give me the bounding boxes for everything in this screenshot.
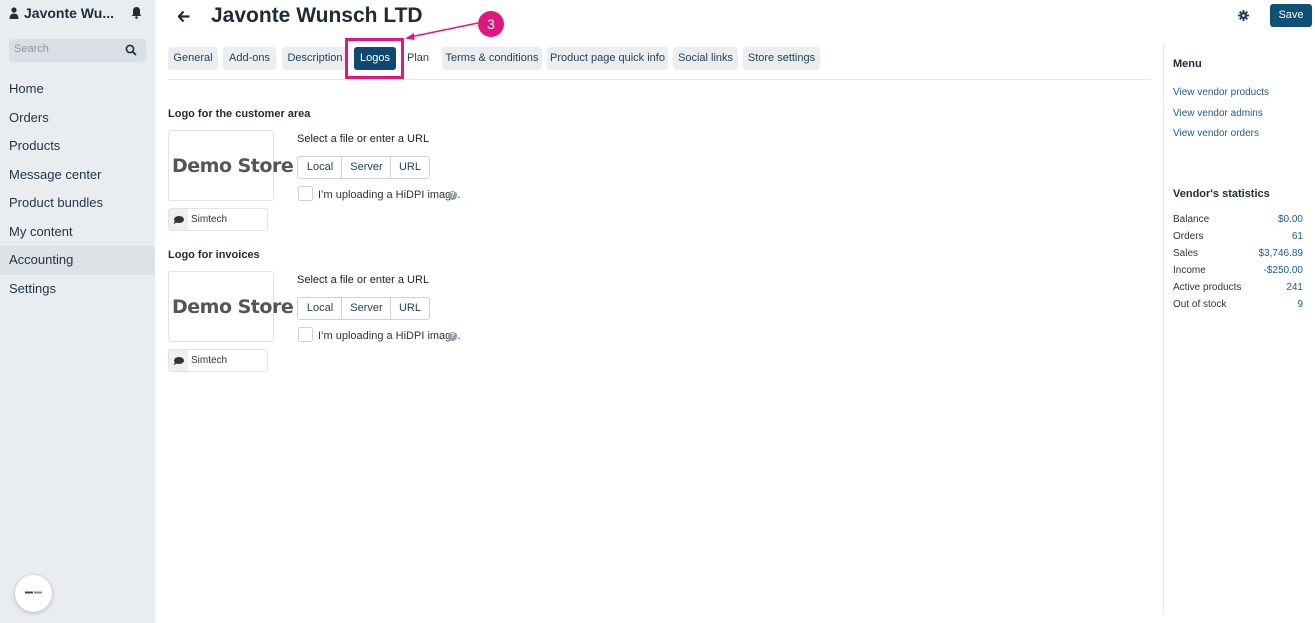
invoice-logo-image: Demo Store bbox=[172, 296, 294, 318]
customer-logo-alt-field[interactable]: Simtech bbox=[168, 208, 268, 231]
user-icon[interactable] bbox=[9, 7, 19, 19]
hidpi-label: I’m uploading a HiDPI image. bbox=[318, 330, 461, 342]
server-button[interactable]: Server bbox=[341, 298, 391, 319]
store-switcher-button[interactable] bbox=[15, 575, 52, 612]
invoice-logo-preview: Demo Store bbox=[168, 271, 294, 342]
gear-icon[interactable] bbox=[1238, 10, 1249, 21]
tab-social-links[interactable]: Social links bbox=[673, 47, 738, 70]
tab-description[interactable]: Description bbox=[282, 47, 348, 70]
stat-row-active-products: Active products 241 bbox=[1173, 282, 1303, 296]
sidebar-item-product-bundles[interactable]: Product bundles bbox=[0, 189, 155, 218]
tab-product-page-quick-info[interactable]: Product page quick info bbox=[547, 47, 668, 70]
tab-store-settings[interactable]: Store settings bbox=[743, 47, 820, 70]
sidebar-item-products[interactable]: Products bbox=[0, 132, 155, 161]
sidebar-item-my-content[interactable]: My content bbox=[0, 218, 155, 247]
menu-title: Menu bbox=[1173, 58, 1202, 70]
customer-logo-preview: Demo Store bbox=[168, 130, 294, 201]
sidebar-item-home[interactable]: Home bbox=[0, 75, 155, 104]
stat-label: Orders bbox=[1173, 231, 1204, 242]
sidebar-item-settings[interactable]: Settings bbox=[0, 275, 155, 304]
sidebar-item-orders[interactable]: Orders bbox=[0, 104, 155, 133]
stat-label: Active products bbox=[1173, 282, 1242, 293]
stat-value[interactable]: $3,746.89 bbox=[1259, 248, 1304, 259]
stat-label: Out of stock bbox=[1173, 299, 1227, 310]
url-button[interactable]: URL bbox=[390, 298, 429, 319]
view-vendor-products-link[interactable]: View vendor products bbox=[1173, 87, 1269, 98]
stat-value[interactable]: 9 bbox=[1297, 299, 1303, 310]
hidpi-checkbox[interactable] bbox=[298, 327, 313, 342]
tab-highlight-box bbox=[345, 38, 404, 79]
file-source-button-group: Local Server URL bbox=[297, 156, 430, 179]
help-icon[interactable]: ? bbox=[448, 191, 457, 200]
invoice-logo-title: Logo for invoices bbox=[168, 249, 260, 261]
stat-row-orders: Orders 61 bbox=[1173, 231, 1303, 245]
stat-row-balance: Balance $0.00 bbox=[1173, 214, 1303, 228]
server-button[interactable]: Server bbox=[341, 157, 391, 178]
hidpi-label: I’m uploading a HiDPI image. bbox=[318, 189, 461, 201]
stat-value[interactable]: -$250.00 bbox=[1264, 265, 1303, 276]
hidpi-checkbox[interactable] bbox=[298, 186, 313, 201]
store-logo-icon bbox=[25, 591, 42, 594]
save-button[interactable]: Save bbox=[1270, 4, 1312, 27]
sidebar-header: Javonte Wu... bbox=[0, 0, 155, 28]
alt-text-value[interactable]: Simtech bbox=[191, 214, 227, 225]
sidebar-nav: Home Orders Products Message center Prod… bbox=[0, 75, 155, 303]
search-input[interactable]: Search bbox=[14, 43, 114, 55]
page-title: Javonte Wunsch LTD bbox=[211, 4, 423, 27]
sidebar-item-message-center[interactable]: Message center bbox=[0, 161, 155, 190]
url-button[interactable]: URL bbox=[390, 157, 429, 178]
alt-text-icon bbox=[169, 350, 188, 371]
right-panel-divider bbox=[1163, 44, 1164, 614]
stat-value[interactable]: 61 bbox=[1292, 231, 1303, 242]
search-icon[interactable] bbox=[125, 44, 137, 56]
alt-text-icon bbox=[169, 209, 188, 230]
user-name[interactable]: Javonte Wu... bbox=[24, 5, 114, 21]
file-select-label: Select a file or enter a URL bbox=[297, 274, 430, 286]
customer-logo-image: Demo Store bbox=[172, 155, 294, 177]
stat-label: Income bbox=[1173, 265, 1206, 276]
view-vendor-orders-link[interactable]: View vendor orders bbox=[1173, 128, 1259, 139]
stat-value[interactable]: 241 bbox=[1286, 282, 1303, 293]
file-source-button-group: Local Server URL bbox=[297, 297, 430, 320]
tab-plan[interactable]: Plan bbox=[402, 47, 434, 70]
bell-icon[interactable] bbox=[131, 6, 142, 19]
tab-terms-conditions[interactable]: Terms & conditions bbox=[442, 47, 542, 70]
step-callout-badge: 3 bbox=[478, 11, 504, 37]
customer-logo-title: Logo for the customer area bbox=[168, 108, 311, 120]
stats-title: Vendor's statistics bbox=[1173, 188, 1270, 200]
view-vendor-admins-link[interactable]: View vendor admins bbox=[1173, 108, 1263, 119]
callout-arrow-icon bbox=[405, 22, 479, 40]
stat-row-out-of-stock: Out of stock 9 bbox=[1173, 299, 1303, 313]
tabs-divider bbox=[168, 79, 1150, 80]
stat-value[interactable]: $0.00 bbox=[1278, 214, 1303, 225]
invoice-logo-alt-field[interactable]: Simtech bbox=[168, 349, 268, 372]
local-button[interactable]: Local bbox=[298, 298, 342, 319]
back-arrow-icon[interactable] bbox=[178, 11, 190, 22]
stat-row-sales: Sales $3,746.89 bbox=[1173, 248, 1303, 262]
help-icon[interactable]: ? bbox=[448, 332, 457, 341]
tab-add-ons[interactable]: Add-ons bbox=[223, 47, 276, 70]
sidebar: Javonte Wu... Search Home Orders Product… bbox=[0, 0, 155, 623]
alt-text-value[interactable]: Simtech bbox=[191, 355, 227, 366]
local-button[interactable]: Local bbox=[298, 157, 342, 178]
sidebar-search[interactable]: Search bbox=[9, 39, 146, 62]
stat-label: Sales bbox=[1173, 248, 1199, 259]
stat-row-income: Income -$250.00 bbox=[1173, 265, 1303, 279]
tab-general[interactable]: General bbox=[168, 47, 218, 70]
file-select-label: Select a file or enter a URL bbox=[297, 133, 430, 145]
stat-label: Balance bbox=[1173, 214, 1210, 225]
sidebar-item-accounting[interactable]: Accounting bbox=[0, 246, 155, 275]
tab-bar: General Add-ons Description Logos Plan T… bbox=[168, 47, 1150, 71]
